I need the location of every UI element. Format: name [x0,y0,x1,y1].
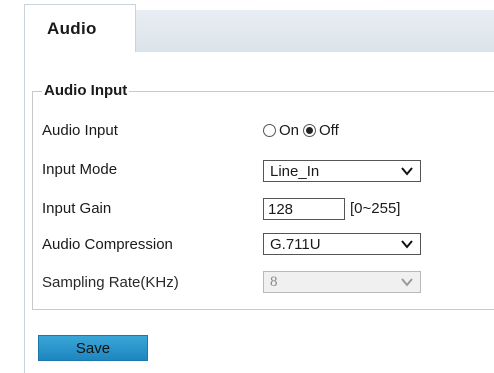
chevron-down-icon [401,167,413,176]
tab-bar: Audio [0,0,494,54]
audio-compression-label: Audio Compression [42,236,173,253]
sampling-rate-value: 8 [270,273,278,290]
input-gain-value: 128 [268,200,294,218]
audio-input-radio-group: On Off [263,122,343,139]
input-mode-value: Line_In [270,162,320,180]
audio-input-off-radio[interactable] [303,124,317,137]
input-gain-label: Input Gain [42,200,112,217]
tab-audio-label: Audio [47,19,97,38]
tab-audio[interactable]: Audio [24,4,136,53]
chevron-down-icon [401,240,413,249]
audio-input-label: Audio Input [42,122,118,139]
audio-input-on-radio[interactable] [263,124,276,137]
audio-input-on-label[interactable]: On [279,122,299,139]
tab-strip [136,10,494,54]
save-button-label: Save [75,339,111,357]
audio-compression-select[interactable]: G.711U [263,233,421,255]
input-gain-range: [0~255] [350,200,401,217]
save-button[interactable]: Save [38,335,148,361]
section-title: Audio Input [42,82,130,99]
audio-input-off-label[interactable]: Off [319,122,339,139]
input-gain-field[interactable]: 128 [263,198,345,220]
sampling-rate-select: 8 [263,271,421,293]
input-mode-select[interactable]: Line_In [263,160,421,182]
audio-compression-value: G.711U [270,235,321,253]
chevron-down-icon [401,278,413,287]
input-mode-label: Input Mode [42,161,118,178]
sampling-rate-label: Sampling Rate(KHz) [42,274,179,291]
